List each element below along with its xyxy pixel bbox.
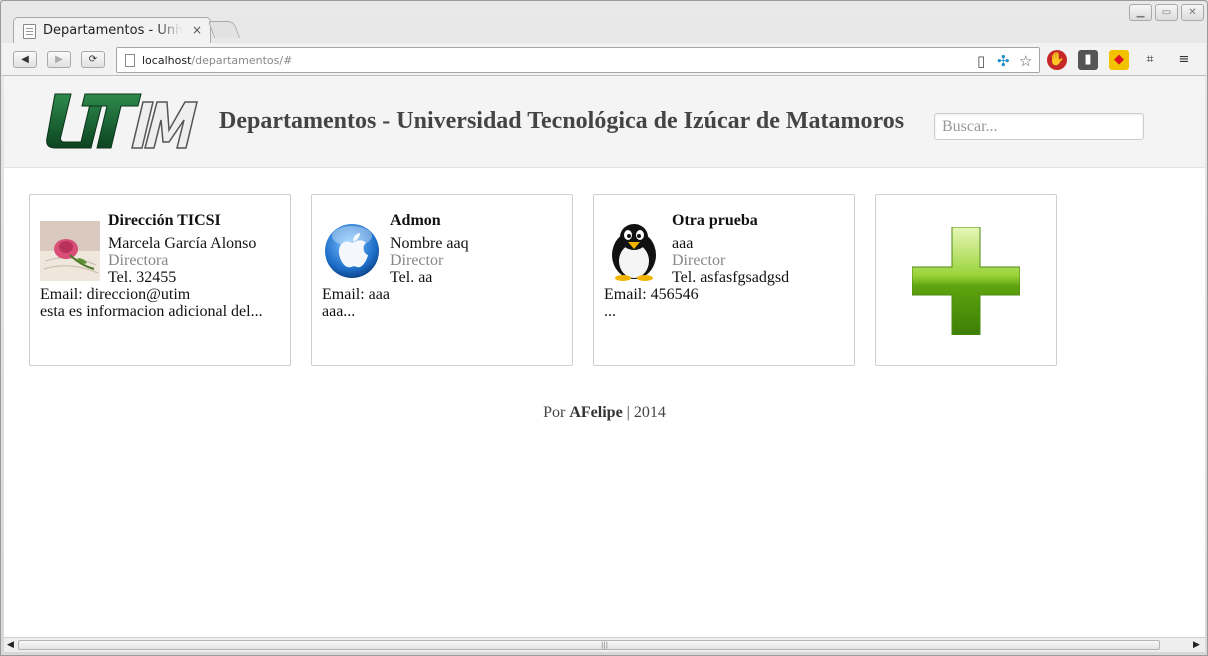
close-window-button[interactable]: ✕	[1181, 4, 1204, 21]
scroll-left-icon[interactable]: ◀	[7, 640, 14, 650]
department-name[interactable]: Dirección TICSI	[108, 212, 221, 230]
phone-text: Tel. asfasfgsadgsd	[672, 269, 790, 286]
person-role: Director	[390, 252, 444, 269]
plus-icon	[912, 227, 1020, 335]
phone-text: Tel. 32455	[108, 269, 177, 286]
email-text: Email: aaa	[322, 286, 390, 303]
tab-strip: Departamentos - Universidad Tecnológica …	[1, 1, 1207, 44]
email-text: Email: direccion@utim	[40, 286, 191, 303]
additional-info-text: ...	[604, 303, 616, 320]
page-icon	[125, 54, 135, 67]
department-card[interactable]: Admon Nombre aaq Director Tel. aa Email:…	[311, 194, 573, 366]
url-text: localhost/departamentos/#	[142, 54, 293, 67]
translate-icon[interactable]: ✣	[997, 52, 1010, 70]
minimize-window-button[interactable]: ▁	[1129, 4, 1152, 21]
back-button[interactable]: ◀	[13, 51, 37, 68]
department-card[interactable]: Dirección TICSI Marcela García Alonso Di…	[29, 194, 291, 366]
new-tab-button[interactable]	[207, 21, 241, 38]
reload-button[interactable]: ⟳	[81, 51, 105, 68]
cast-icon[interactable]: ⌗	[1140, 50, 1160, 70]
email-text: Email: 456546	[604, 286, 699, 303]
bookmark-star-icon[interactable]: ☆	[1019, 52, 1032, 70]
person-role: Director	[672, 252, 726, 269]
page-footer: Por AFelipe | 2014	[4, 404, 1205, 422]
address-bar[interactable]: localhost/departamentos/# ▯ ✣ ☆	[116, 47, 1040, 73]
scrollbar-thumb[interactable]: |||	[18, 640, 1160, 650]
additional-info-text: aaa...	[322, 303, 356, 320]
additional-info-text: esta es informacion adicional del...	[40, 303, 263, 320]
page-favicon-icon	[23, 24, 36, 39]
utim-logo[interactable]	[41, 90, 207, 156]
page-title: Departamentos - Universidad Tecnológica …	[219, 108, 905, 134]
maximize-window-button[interactable]: ▭	[1155, 4, 1178, 21]
extension-icon[interactable]: ▮	[1078, 50, 1098, 70]
page-viewport: Departamentos - Universidad Tecnológica …	[4, 76, 1205, 637]
add-department-button[interactable]	[875, 194, 1057, 366]
apple-logo-icon	[325, 224, 379, 278]
forward-button[interactable]: ▶	[47, 51, 71, 68]
scroll-right-icon[interactable]: ▶	[1193, 640, 1200, 650]
tab-close-icon[interactable]: ×	[192, 23, 202, 37]
rose-photo-avatar	[40, 221, 100, 281]
adblock-extension-icon[interactable]: ✋	[1047, 50, 1067, 70]
department-card[interactable]: Otra prueba aaa Director Tel. asfasfgsad…	[593, 194, 855, 366]
site-header: Departamentos - Universidad Tecnológica …	[4, 76, 1205, 168]
horizontal-scrollbar[interactable]: ◀ ||| ▶	[4, 637, 1205, 652]
browser-toolbar: ◀ ▶ ⟳ localhost/departamentos/# ▯ ✣ ☆ ✋ …	[2, 43, 1206, 76]
tab-departamentos[interactable]: Departamentos - Universidad Tecnológica …	[13, 17, 211, 44]
menu-icon[interactable]: ≡	[1174, 50, 1194, 70]
department-name[interactable]: Otra prueba	[672, 212, 758, 230]
person-name: Marcela García Alonso	[108, 235, 257, 252]
footer-prefix: Por	[543, 404, 566, 421]
search-input[interactable]	[934, 113, 1144, 140]
person-role: Directora	[108, 252, 169, 269]
person-name: Nombre aaq	[390, 235, 469, 252]
footer-year: | 2014	[626, 404, 666, 421]
department-name[interactable]: Admon	[390, 212, 441, 230]
extension-duck-icon[interactable]: ◆	[1109, 50, 1129, 70]
penguin-icon	[612, 224, 656, 281]
tab-title: Departamentos - Universidad Tecnológica …	[43, 23, 183, 38]
reader-mode-icon[interactable]: ▯	[977, 52, 985, 70]
person-name: aaa	[672, 235, 694, 252]
footer-author[interactable]: AFelipe	[569, 404, 622, 421]
phone-text: Tel. aa	[390, 269, 433, 286]
scroll-grip-icon: |||	[601, 641, 609, 649]
